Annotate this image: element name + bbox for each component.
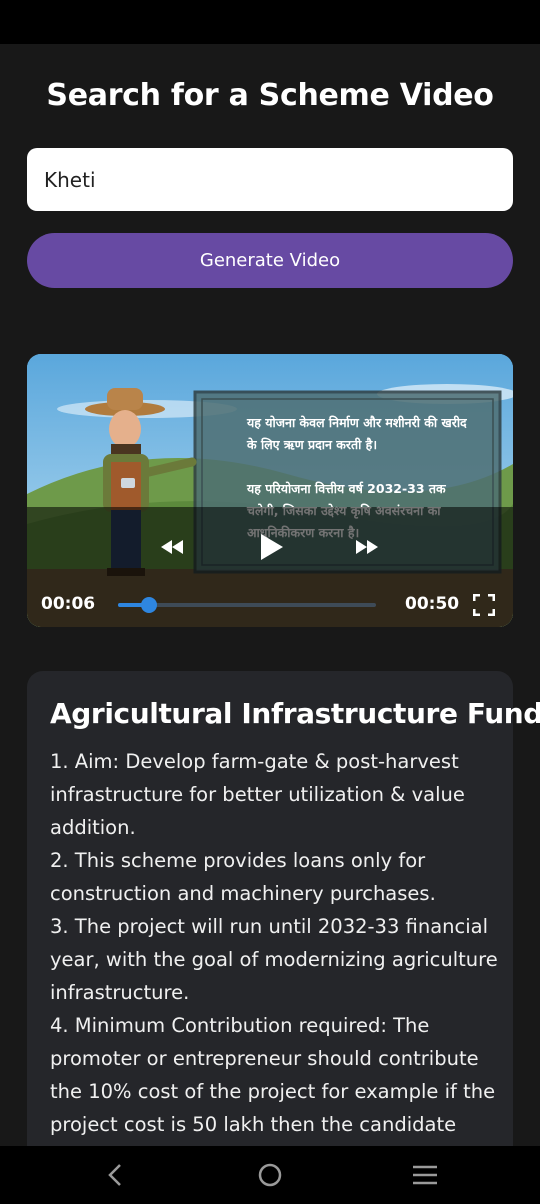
seek-handle[interactable]: [140, 597, 157, 613]
app-screen: Search for a Scheme Video Generate Video: [0, 44, 540, 1146]
video-player[interactable]: यह योजना केवल निर्माण और मशीनरी की खरीद …: [27, 354, 513, 627]
system-nav-bar: [0, 1146, 540, 1204]
current-time: 00:06: [41, 594, 96, 614]
duration: 00:50: [405, 594, 460, 614]
back-icon[interactable]: [100, 1160, 130, 1190]
menu-icon[interactable]: [410, 1160, 440, 1190]
play-icon[interactable]: [257, 532, 287, 562]
page-title: Search for a Scheme Video: [46, 78, 494, 113]
scheme-card: Agricultural Infrastructure Fund 1. Aim:…: [27, 671, 540, 1146]
scheme-point-1: 1. Aim: Develop farm-gate & post-harvest…: [50, 750, 465, 839]
scheme-point-2: 2. This scheme provides loans only for c…: [50, 849, 436, 905]
fullscreen-icon[interactable]: [471, 592, 497, 618]
caption-line-1: यह योजना केवल निर्माण और मशीनरी की खरीद …: [247, 415, 467, 452]
home-icon[interactable]: [255, 1160, 285, 1190]
fast-forward-icon[interactable]: [352, 537, 382, 557]
search-input[interactable]: [27, 148, 513, 211]
scheme-description: 1. Aim: Develop farm-gate & post-harvest…: [50, 745, 500, 1141]
status-bar: [0, 0, 540, 44]
generate-video-button[interactable]: Generate Video: [27, 233, 513, 288]
seek-bar[interactable]: [118, 597, 376, 613]
scheme-point-3: 3. The project will run until 2032-33 fi…: [50, 915, 498, 1004]
rewind-icon[interactable]: [157, 537, 187, 557]
scheme-point-4: 4. Minimum Contribution required: The pr…: [50, 1014, 496, 1136]
scheme-title: Agricultural Infrastructure Fund: [50, 697, 540, 730]
